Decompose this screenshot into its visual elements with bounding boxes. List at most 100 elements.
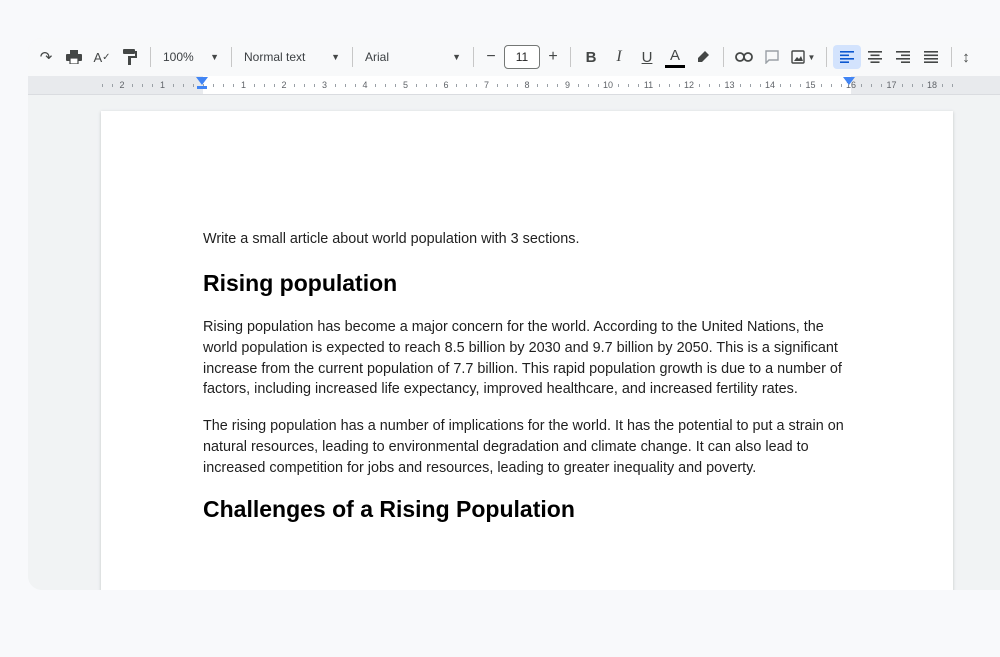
ruler-minor-tick — [790, 84, 792, 87]
comment-icon[interactable] — [758, 45, 786, 69]
horizontal-ruler[interactable]: 2 1 1 2 3 4 5 6 7 8 9 10 11 12 13 14 15 16 17 18 — [28, 76, 1000, 95]
ruler-minor-tick — [739, 84, 741, 87]
ruler-minor-tick — [547, 84, 549, 87]
font-dropdown[interactable]: Arial ▼ — [359, 45, 467, 69]
ruler-minor-tick — [719, 84, 721, 87]
ruler-label: 10 — [602, 80, 613, 90]
chevron-down-icon: ▼ — [331, 52, 340, 62]
ruler-minor-tick — [557, 84, 559, 87]
ruler-minor-tick — [830, 84, 832, 87]
toolbar-divider — [723, 47, 724, 67]
highlight-icon[interactable] — [689, 45, 717, 69]
zoom-value: 100% — [163, 50, 194, 64]
ruler-minor-tick — [901, 84, 903, 87]
ruler-label: 13 — [724, 80, 735, 90]
docs-window: ↷ A ✓ 100% ▼ Normal text ▼ Arial ▼ − 11 + B … — [28, 38, 1000, 590]
align-center-icon[interactable] — [861, 45, 889, 69]
ruler-minor-tick — [111, 84, 113, 87]
paint-format-icon[interactable] — [116, 45, 144, 69]
ruler-label: 8 — [524, 80, 530, 90]
right-indent-marker[interactable] — [843, 77, 855, 85]
ruler-minor-tick — [577, 84, 579, 87]
ruler-minor-tick — [840, 84, 842, 87]
ruler-minor-tick — [182, 84, 184, 87]
style-value: Normal text — [244, 50, 306, 64]
ruler-label: 2 — [281, 80, 287, 90]
redo-icon[interactable]: ↷ — [32, 45, 60, 69]
ruler-minor-tick — [101, 84, 103, 87]
increase-font-size-button[interactable]: + — [542, 45, 564, 69]
ruler-label: 17 — [886, 80, 897, 90]
chevron-down-icon: ▼ — [210, 52, 219, 62]
ruler-label: 14 — [764, 80, 775, 90]
zoom-dropdown[interactable]: 100% ▼ — [157, 45, 225, 69]
ruler-minor-tick — [425, 84, 427, 87]
link-icon[interactable] — [730, 45, 758, 69]
ruler-minor-tick — [638, 84, 640, 87]
toolbar-divider — [352, 47, 353, 67]
ruler-minor-tick — [385, 84, 387, 87]
ruler-minor-tick — [152, 84, 154, 87]
align-left-icon[interactable] — [833, 45, 861, 69]
formatting-toolbar: ↷ A ✓ 100% ▼ Normal text ▼ Arial ▼ − 11 + B … — [28, 38, 1000, 76]
toolbar-divider — [473, 47, 474, 67]
ruler-minor-tick — [658, 84, 660, 87]
ruler-minor-tick — [466, 84, 468, 87]
spellcheck-icon[interactable]: A ✓ — [88, 45, 116, 69]
ruler-minor-tick — [952, 84, 954, 87]
font-value: Arial — [365, 50, 390, 64]
ruler-minor-tick — [749, 84, 751, 87]
ruler-minor-tick — [344, 84, 346, 87]
style-dropdown[interactable]: Normal text ▼ — [238, 45, 346, 69]
section-heading-challenges: Challenges of a Rising Population — [203, 495, 575, 522]
ruler-ticks: 2 1 1 2 3 4 5 6 7 8 9 10 11 12 13 14 15 16 17 18 — [101, 79, 954, 91]
ruler-minor-tick — [273, 84, 275, 87]
ruler-minor-tick — [506, 84, 508, 87]
line-spacing-icon[interactable]: ↕ — [958, 45, 974, 69]
ruler-minor-tick — [709, 84, 711, 87]
document-body[interactable]: Write a small article about world popula… — [203, 229, 853, 543]
insert-image-icon[interactable]: ▼ — [786, 45, 820, 69]
ruler-minor-tick — [172, 84, 174, 87]
justify-icon[interactable] — [917, 45, 945, 69]
ruler-minor-tick — [304, 84, 306, 87]
ruler-label: 1 — [159, 80, 165, 90]
ruler-minor-tick — [881, 84, 883, 87]
first-line-indent-marker[interactable] — [197, 86, 207, 89]
ruler-minor-tick — [759, 84, 761, 87]
ruler-label: 5 — [402, 80, 408, 90]
ruler-minor-tick — [395, 84, 397, 87]
ruler-label: 18 — [926, 80, 937, 90]
ruler-label: 12 — [683, 80, 694, 90]
paragraph-2: The rising population has a number of im… — [203, 418, 844, 476]
ruler-minor-tick — [496, 84, 498, 87]
ruler-minor-tick — [800, 84, 802, 87]
print-icon[interactable] — [60, 45, 88, 69]
toolbar-divider — [826, 47, 827, 67]
ruler-minor-tick — [780, 84, 782, 87]
ruler-minor-tick — [587, 84, 589, 87]
ruler-minor-tick — [192, 84, 194, 87]
left-indent-marker[interactable] — [196, 77, 208, 85]
ruler-minor-tick — [263, 84, 265, 87]
document-page[interactable]: Write a small article about world popula… — [101, 111, 953, 590]
ruler-label: 4 — [362, 80, 368, 90]
ruler-minor-tick — [921, 84, 923, 87]
prompt-text: Write a small article about world popula… — [203, 231, 580, 247]
document-canvas: Write a small article about world popula… — [28, 95, 1000, 590]
ruler-minor-tick — [375, 84, 377, 87]
ruler-label: 6 — [443, 80, 449, 90]
underline-button[interactable]: U — [633, 45, 661, 69]
text-color-button[interactable]: A — [665, 47, 685, 68]
ruler-minor-tick — [537, 84, 539, 87]
font-size-input[interactable]: 11 — [504, 45, 540, 69]
chevron-down-icon: ▼ — [807, 52, 816, 62]
ruler-minor-tick — [132, 84, 134, 87]
ruler-label: 15 — [805, 80, 816, 90]
ruler-minor-tick — [668, 84, 670, 87]
align-right-icon[interactable] — [889, 45, 917, 69]
bold-button[interactable]: B — [577, 45, 605, 69]
decrease-font-size-button[interactable]: − — [480, 45, 502, 69]
italic-button[interactable]: I — [605, 45, 633, 69]
ruler-minor-tick — [628, 84, 630, 87]
